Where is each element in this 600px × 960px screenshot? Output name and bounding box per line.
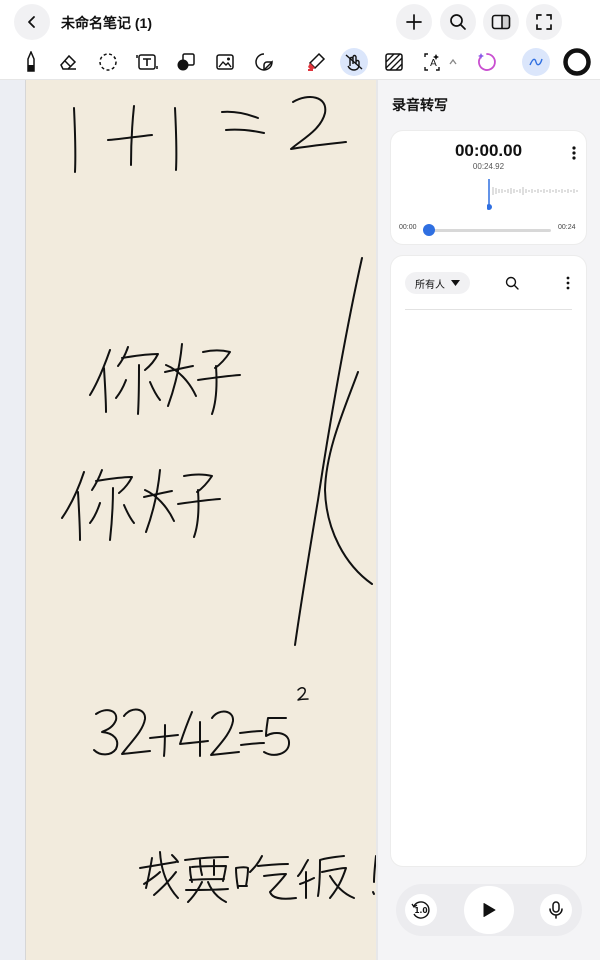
- seek-end-label: 00:24: [558, 224, 576, 231]
- speed-label: 1.0: [414, 906, 427, 915]
- mic-icon: [549, 901, 563, 919]
- seek-handle[interactable]: [423, 224, 435, 236]
- highlighter-tool[interactable]: [302, 48, 330, 76]
- sticker-icon: [255, 53, 273, 71]
- convert-options-chevron[interactable]: [445, 48, 461, 76]
- drawing-toolbar: A: [0, 44, 600, 80]
- shape-icon: [177, 53, 195, 71]
- expand-icon: [536, 14, 552, 30]
- expand-button[interactable]: [526, 4, 562, 40]
- highlighter-icon: [308, 52, 326, 71]
- image-icon: [216, 54, 234, 70]
- panel-title: 录音转写: [392, 97, 448, 113]
- handwriting-convert-icon: A: [424, 53, 440, 71]
- play-icon: [483, 903, 496, 917]
- playback-controls: 1.0: [396, 884, 582, 936]
- search-icon: [505, 276, 519, 290]
- text-box-icon: [136, 54, 158, 70]
- stroke-style-tool[interactable]: [522, 48, 550, 76]
- recording-panel: 录音转写 00:00.00 00:24.92 00:00 00:24 所有人: [378, 80, 600, 960]
- more-vertical-icon: [572, 146, 576, 160]
- pattern-icon: [385, 53, 403, 71]
- recorder-card: 00:00.00 00:24.92 00:00 00:24: [391, 131, 586, 244]
- mic-button[interactable]: [540, 894, 572, 926]
- handwriting-convert-tool[interactable]: A: [419, 48, 447, 76]
- image-tool[interactable]: [211, 48, 239, 76]
- seek-bar[interactable]: [425, 229, 551, 232]
- chevron-up-icon: [449, 58, 457, 65]
- shape-tool[interactable]: [172, 48, 200, 76]
- speaker-filter-dropdown[interactable]: 所有人: [405, 272, 470, 294]
- text-box-tool[interactable]: [133, 48, 161, 76]
- hand-draw-tool[interactable]: [340, 48, 368, 76]
- transcript-separator: [405, 309, 572, 310]
- back-button[interactable]: [14, 4, 50, 40]
- add-button[interactable]: [396, 4, 432, 40]
- current-time: 00:00.00: [454, 141, 523, 160]
- stroke-style-icon: [529, 58, 543, 66]
- waveform[interactable]: [487, 177, 587, 211]
- eraser-icon: [60, 54, 77, 70]
- search-icon: [450, 14, 466, 30]
- handwriting-layer: [61, 96, 376, 903]
- speed-icon: 1.0: [411, 901, 430, 919]
- add-icon: [406, 14, 422, 30]
- ai-icon: [478, 53, 496, 71]
- speaker-filter-label: 所有人: [415, 279, 445, 291]
- panel-toggle-button[interactable]: [483, 4, 519, 40]
- canvas-gutter: [0, 80, 26, 960]
- transcript-search-button[interactable]: [503, 274, 521, 292]
- total-time: 00:24.92: [472, 162, 505, 171]
- app-header: 未命名笔记 (1): [0, 0, 600, 44]
- eraser-tool[interactable]: [54, 48, 82, 76]
- recorder-more-button[interactable]: [565, 144, 583, 162]
- pattern-tool[interactable]: [380, 48, 408, 76]
- transcript-more-button[interactable]: [559, 274, 577, 292]
- lasso-icon: [99, 53, 117, 71]
- note-title: 未命名笔记 (1): [61, 15, 152, 31]
- hand-draw-icon: [345, 54, 363, 71]
- note-canvas[interactable]: [26, 80, 376, 960]
- pen-tool[interactable]: [17, 48, 45, 76]
- seek-start-label: 00:00: [399, 224, 417, 231]
- back-icon: [28, 16, 35, 28]
- sticker-tool[interactable]: [250, 48, 278, 76]
- transcript-card: 所有人: [391, 256, 586, 866]
- play-button[interactable]: [464, 886, 514, 934]
- pen-icon: [27, 51, 35, 72]
- search-button[interactable]: [440, 4, 476, 40]
- ai-tool[interactable]: [473, 48, 501, 76]
- speed-button[interactable]: 1.0: [405, 894, 437, 926]
- color-picker[interactable]: [562, 47, 592, 77]
- lasso-tool[interactable]: [94, 48, 122, 76]
- panel-toggle-icon: [491, 14, 511, 30]
- more-vertical-icon: [566, 276, 570, 290]
- triangle-down-icon: [451, 280, 460, 286]
- color-black-icon: [563, 48, 591, 76]
